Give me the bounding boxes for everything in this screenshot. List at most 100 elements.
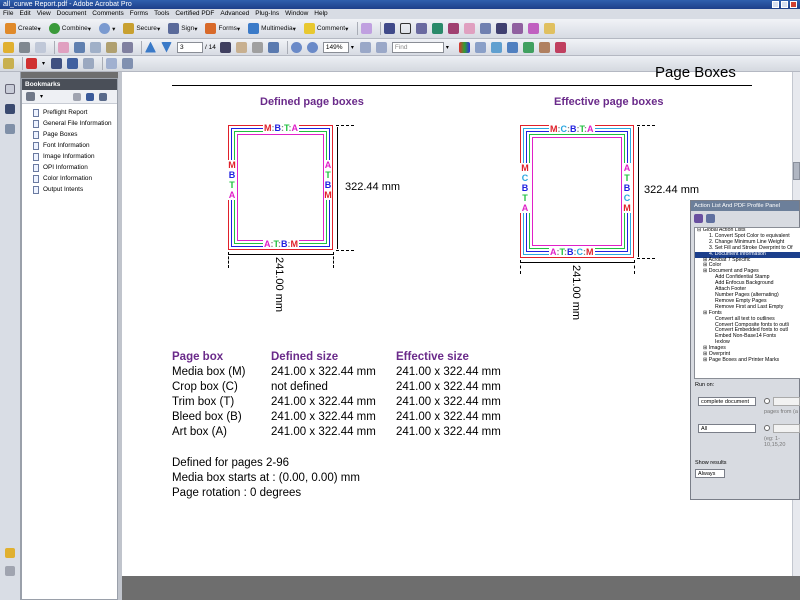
stamp-icon[interactable] [554,41,566,53]
output-preview-icon[interactable] [474,41,486,53]
bookmark-item[interactable]: Output Intents [22,184,117,195]
pencil-icon[interactable] [3,58,14,69]
preflight-icon[interactable] [496,23,508,34]
page-number-input[interactable]: 3 [177,41,203,53]
scrollbar-thumb[interactable] [793,162,800,180]
bookmark-item[interactable]: General File Information [22,118,117,129]
pages-select[interactable]: All [698,424,756,433]
paperclip-icon[interactable] [5,566,15,576]
secure-button[interactable]: Secure ▾ [121,21,162,36]
fix-icon[interactable] [538,41,550,53]
organize-icon[interactable] [106,41,117,53]
edit-page-icon[interactable] [512,23,524,34]
bookmark-item[interactable]: OPI Information [22,162,117,173]
layers-icon[interactable] [464,23,476,34]
search-doc-icon[interactable] [122,41,133,53]
open-icon[interactable] [3,41,14,53]
zoom-icon[interactable] [267,41,279,53]
menu-item-view[interactable]: View [37,9,51,19]
menu-item-tools[interactable]: Tools [154,9,169,19]
report-icon[interactable] [544,23,556,34]
bookmark-options-icon[interactable] [26,92,35,101]
email-icon[interactable] [35,41,46,53]
menu-item-edit[interactable]: Edit [19,9,30,19]
crop-tool-icon[interactable] [106,58,118,69]
save-icon[interactable] [74,41,85,53]
menu-item-certified-pdf[interactable]: Certified PDF [175,9,214,19]
snapshot-icon[interactable] [251,41,263,53]
print-icon[interactable] [19,41,30,53]
find-dropdown-icon[interactable]: ▾ [446,44,449,51]
menu-item-forms[interactable]: Forms [130,9,148,19]
attach-icon[interactable] [58,41,69,53]
edit-text-icon[interactable] [506,41,518,53]
fit-width-icon[interactable] [375,41,387,53]
info-icon[interactable] [26,58,37,69]
zoom-out-icon[interactable] [290,41,302,53]
pin-icon[interactable] [448,23,460,34]
menu-item-help[interactable]: Help [314,9,327,19]
share-button[interactable]: ▾ [97,21,117,36]
minimize-button[interactable] [772,1,779,8]
attachment-icon[interactable] [5,548,15,558]
options-dropdown-icon[interactable]: ▾ [40,93,43,100]
save-copy-icon[interactable] [90,41,101,53]
menu-item-document[interactable]: Document [57,9,87,19]
range-radio[interactable] [764,425,770,431]
bookmark-item[interactable]: Preflight Report [22,107,117,118]
expand-bookmark-icon[interactable] [99,92,108,101]
arrange-icon[interactable] [51,58,63,69]
rotate-tool-icon[interactable] [122,58,134,69]
zoom-in-icon[interactable] [306,41,318,53]
select-tool-icon[interactable] [219,41,231,53]
pages-from-input[interactable] [773,397,800,406]
multimedia-button[interactable]: Multimedia ▾ [246,21,298,36]
zoom-dropdown-icon[interactable]: ▾ [351,44,354,51]
action-list-tree[interactable]: ⊟ Global Action Lists 1. Convert Spot Col… [694,227,800,379]
delete-bookmark-icon[interactable] [73,92,82,101]
action-tree-item[interactable]: ⊞ Page Boxes and Printer Marks [695,357,800,364]
inspector-icon[interactable] [528,23,540,34]
rectangle-tool-icon[interactable] [400,23,412,34]
bookmark-item[interactable]: Font Information [22,140,117,151]
snap-icon[interactable] [67,58,79,69]
zoom-level-input[interactable]: 149% [322,41,349,53]
pages-panel-icon[interactable] [5,84,15,94]
menu-item-plug-ins[interactable]: Plug-Ins [255,9,279,19]
bookmark-item[interactable]: Color Information [22,173,117,184]
menu-item-file[interactable]: File [3,9,13,19]
page-down-icon[interactable] [161,41,172,53]
page-up-icon[interactable] [145,41,156,53]
maximize-button[interactable] [781,1,788,8]
align-icon[interactable] [83,58,95,69]
fit-page-icon[interactable] [359,41,371,53]
find-input[interactable]: Find [391,41,444,53]
new-bookmark-icon[interactable] [86,92,95,101]
pages-from-radio[interactable] [764,398,770,404]
signatures-panel-icon[interactable] [5,124,15,134]
combine-button[interactable]: Combine ▾ [47,21,93,36]
bookmark-item[interactable]: Page Boxes [22,129,117,140]
bookmark-item[interactable]: Image Information [22,151,117,162]
run-on-select[interactable]: complete document [698,397,756,406]
bookmarks-panel-icon[interactable] [5,104,15,114]
range-input[interactable] [773,424,800,433]
page-layout-icon[interactable] [361,23,373,34]
action-run-icon[interactable] [706,213,715,223]
forms-button[interactable]: Forms ▾ [203,21,242,36]
sign-button[interactable]: Sign ▾ [166,21,199,36]
comment-button[interactable]: Comment ▾ [302,21,350,36]
close-button[interactable] [790,1,797,8]
select-arrow-icon[interactable] [384,23,396,34]
touchup-icon[interactable] [416,23,428,34]
object-tool-icon[interactable] [432,23,444,34]
menu-item-advanced[interactable]: Advanced [220,9,249,19]
preflight-droplet-icon[interactable] [490,41,502,53]
info-dropdown-icon[interactable]: ▾ [42,60,45,67]
action-edit-icon[interactable] [694,213,703,223]
menu-item-window[interactable]: Window [285,9,308,19]
color-convert-icon[interactable] [458,41,470,53]
check-icon[interactable] [522,41,534,53]
show-results-select[interactable]: Always [695,469,725,478]
hand-tool-icon[interactable] [235,41,247,53]
